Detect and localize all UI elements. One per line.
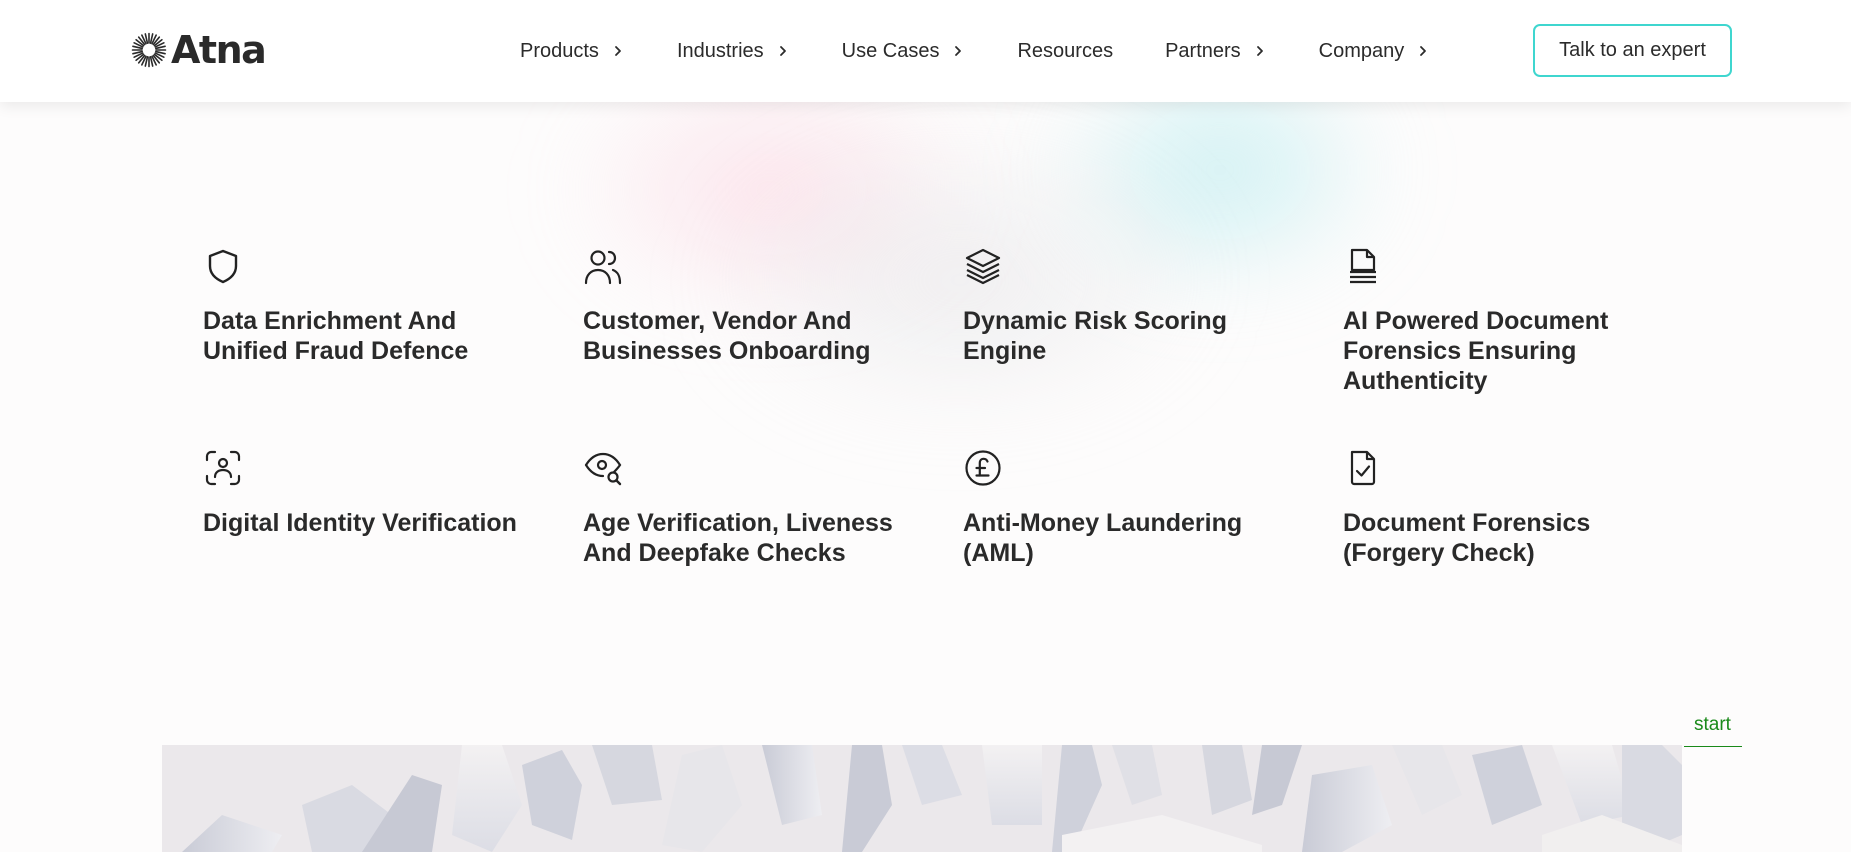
nav-label: Use Cases [841, 39, 940, 62]
nav-industries[interactable]: Industries [677, 40, 790, 63]
logo-text: Atna [171, 28, 267, 72]
site-header: Atna Products Industries Use Cases Resou… [0, 0, 1851, 102]
feature-card[interactable]: Document Forensics (Forgery Check) [1343, 448, 1683, 568]
main-nav: Products Industries Use Cases Resources … [520, 0, 1430, 102]
users-icon [584, 250, 622, 285]
start-marker-label: start [1694, 714, 1731, 735]
face-scan-icon [205, 450, 241, 486]
document-check-icon [1350, 450, 1376, 486]
nav-label: Resources [1017, 39, 1114, 62]
feature-title: Age Verification, Liveness And Deepfake … [583, 509, 893, 567]
chevron-right-icon [779, 46, 786, 56]
pound-coin-icon [965, 450, 1001, 486]
city-hero-image [162, 745, 1682, 852]
nav-company[interactable]: Company [1319, 40, 1431, 63]
feature-card[interactable]: Anti-Money Laundering (AML) [963, 448, 1303, 568]
page: Atna Products Industries Use Cases Resou… [0, 0, 1851, 852]
nav-label: Products [520, 39, 599, 62]
nav-products[interactable]: Products [520, 40, 625, 63]
chevron-right-icon [615, 46, 621, 56]
feature-card[interactable]: Data Enrichment And Unified Fraud Defenc… [203, 246, 543, 366]
logo[interactable]: Atna [131, 28, 267, 72]
feature-card[interactable]: AI Powered Document Forensics Ensuring A… [1343, 246, 1683, 396]
nav-label: Industries [676, 39, 764, 62]
feature-title: Dynamic Risk Scoring Engine [963, 307, 1227, 365]
feature-title: Data Enrichment And Unified Fraud Defenc… [203, 307, 469, 365]
nav-use-cases[interactable]: Use Cases [842, 40, 966, 63]
feature-card[interactable]: Dynamic Risk Scoring Engine [963, 246, 1303, 366]
feature-card[interactable]: Digital Identity Verification [203, 448, 543, 538]
feature-title: AI Powered Document Forensics Ensuring A… [1343, 307, 1609, 395]
nav-partners[interactable]: Partners [1165, 40, 1267, 63]
nav-resources[interactable]: Resources [1017, 40, 1113, 63]
feature-title: Customer, Vendor And Businesses Onboardi… [583, 307, 871, 365]
feature-card[interactable]: Age Verification, Liveness And Deepfake … [583, 448, 923, 568]
chevron-right-icon [955, 46, 962, 56]
chevron-right-icon [1256, 46, 1263, 56]
shield-icon [208, 249, 238, 284]
feature-title: Digital Identity Verification [203, 509, 517, 537]
talk-to-expert-button[interactable]: Talk to an expert [1533, 24, 1732, 77]
feature-card[interactable]: Customer, Vendor And Businesses Onboardi… [583, 246, 923, 366]
eye-search-icon [584, 452, 622, 486]
city-buildings-illustration [162, 745, 1682, 852]
feature-title: Document Forensics (Forgery Check) [1343, 509, 1591, 567]
nav-label: Partners [1165, 39, 1241, 62]
chevron-right-icon [1420, 46, 1427, 56]
document-lines-icon [1350, 248, 1376, 284]
start-marker-line [1684, 746, 1742, 747]
feature-title: Anti-Money Laundering (AML) [963, 509, 1243, 567]
layers-icon [965, 248, 1001, 285]
nav-label: Company [1318, 39, 1405, 62]
sunburst-icon [131, 32, 167, 68]
